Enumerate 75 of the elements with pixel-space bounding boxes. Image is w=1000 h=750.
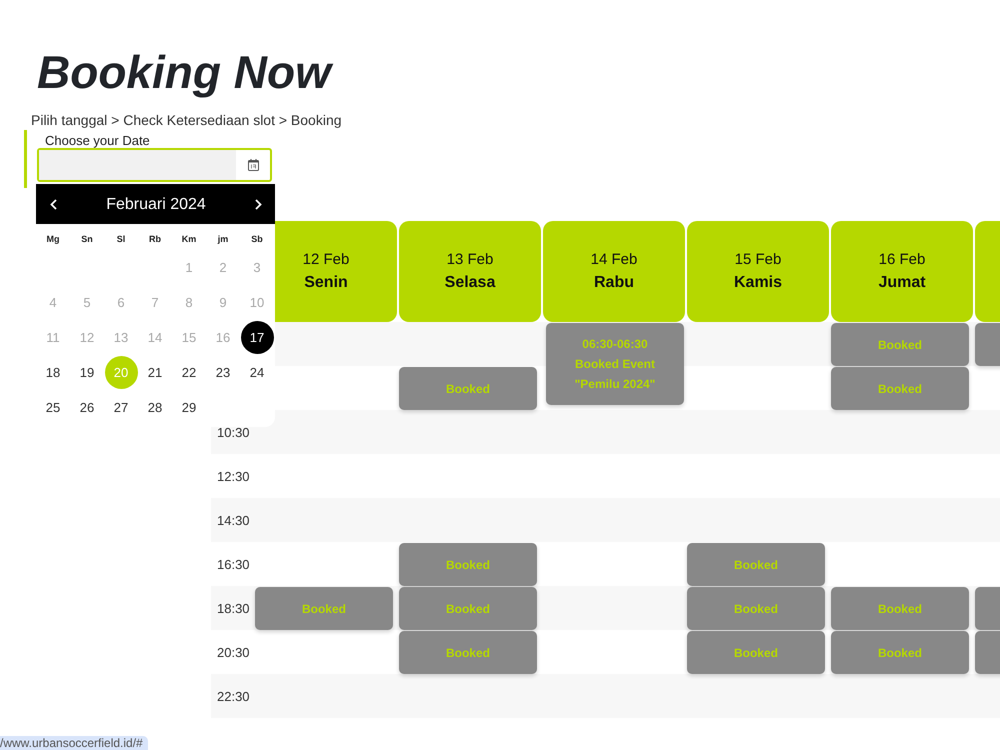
calendar-day: 12 <box>70 321 104 354</box>
booked-slot[interactable]: Booked <box>255 587 393 630</box>
calendar-day: 6 <box>104 286 138 319</box>
calendar-day[interactable]: 19 <box>70 356 104 389</box>
calendar-day: 7 <box>138 286 172 319</box>
booked-slot[interactable]: Booked <box>687 631 825 674</box>
date-input[interactable] <box>37 148 272 182</box>
month-title: Februari 2024 <box>106 194 206 214</box>
calendar-day: 1 <box>172 251 206 284</box>
weekday-label: Sn <box>81 233 93 246</box>
booked-slot[interactable]: Booked <box>399 543 537 586</box>
time-label: 16:30 <box>217 556 250 572</box>
calendar-day[interactable]: 28 <box>138 391 172 424</box>
day-date: 12 Feb <box>302 251 350 269</box>
calendar-day: 14 <box>138 321 172 354</box>
calendar-day: 15 <box>172 321 206 354</box>
calendar-day[interactable]: 27 <box>104 391 138 424</box>
time-label: 22:30 <box>217 688 250 704</box>
booked-slot[interactable]: Booked <box>687 587 825 630</box>
booked-slot[interactable]: Booked <box>831 323 969 366</box>
page-title: Booking Now <box>37 45 331 100</box>
day-name: Senin <box>304 273 348 292</box>
calendar-icon[interactable] <box>248 159 259 171</box>
calendar-day: 8 <box>172 286 206 319</box>
calendar-day: 13 <box>104 321 138 354</box>
booked-slot[interactable]: Booked <box>399 367 537 410</box>
chevron-left-icon[interactable] <box>50 198 57 210</box>
calendar-day: 10 <box>240 286 274 319</box>
calendar-day: 11 <box>36 321 70 354</box>
time-label: 18:30 <box>217 600 250 616</box>
booked-slot[interactable]: Booked <box>831 367 969 410</box>
time-label: 12:30 <box>217 468 250 484</box>
booked-slot[interactable]: Booked <box>399 587 537 630</box>
calendar-day[interactable]: 20 <box>104 356 138 389</box>
weekday-label: Sb <box>251 233 263 246</box>
calendar-day: 3 <box>240 251 274 284</box>
day-date: 14 Feb <box>590 251 638 269</box>
weekday-label: jm <box>218 233 228 246</box>
booked-slot[interactable]: Booked <box>399 631 537 674</box>
calendar-day[interactable]: 29 <box>172 391 206 424</box>
calendar-day[interactable]: 23 <box>206 356 240 389</box>
calendar-day: 16 <box>206 321 240 354</box>
calendar-day: 4 <box>36 286 70 319</box>
calendar-day[interactable]: 17 <box>240 321 274 354</box>
time-label: 20:30 <box>217 644 250 660</box>
weekday-label: Sl <box>116 233 126 246</box>
booked-slot[interactable]: Booked <box>831 587 969 630</box>
event-slot[interactable]: 06:30-06:30 Booked Event "Pemilu 2024" <box>546 323 684 405</box>
calendar-day[interactable]: 24 <box>240 356 274 389</box>
calendar-day[interactable]: 18 <box>36 356 70 389</box>
calendar-day[interactable]: 25 <box>36 391 70 424</box>
calendar-day[interactable]: 26 <box>70 391 104 424</box>
date-label: Choose your Date <box>45 133 150 148</box>
day-name: Kamis <box>734 273 782 292</box>
booked-slot[interactable]: Booked <box>831 631 969 674</box>
time-label: 14:30 <box>217 512 250 528</box>
booked-slot[interactable]: Booked <box>687 543 825 586</box>
time-label: 10:30 <box>217 424 250 440</box>
breadcrumb-text: Pilih tanggal > Check Ketersediaan slot > Booking <box>31 112 342 129</box>
calendar-day: 5 <box>70 286 104 319</box>
day-name: Selasa <box>444 273 496 292</box>
calendar-day[interactable]: 21 <box>138 356 172 389</box>
day-date: 15 Feb <box>734 251 782 269</box>
day-name: Rabu <box>594 273 634 292</box>
day-date: 13 Feb <box>446 251 494 269</box>
weekday-label: Km <box>182 233 196 246</box>
day-name: Jumat <box>878 273 926 292</box>
day-date: 16 Feb <box>878 251 926 269</box>
calendar-day: 2 <box>206 251 240 284</box>
calendar-day[interactable]: 22 <box>172 356 206 389</box>
status-bar-url: /www.urbansoccerfield.id/# <box>0 736 148 750</box>
chevron-right-icon[interactable] <box>255 198 262 210</box>
weekday-label: Mg <box>46 233 60 246</box>
weekday-label: Rb <box>149 233 161 246</box>
calendar-day: 9 <box>206 286 240 319</box>
